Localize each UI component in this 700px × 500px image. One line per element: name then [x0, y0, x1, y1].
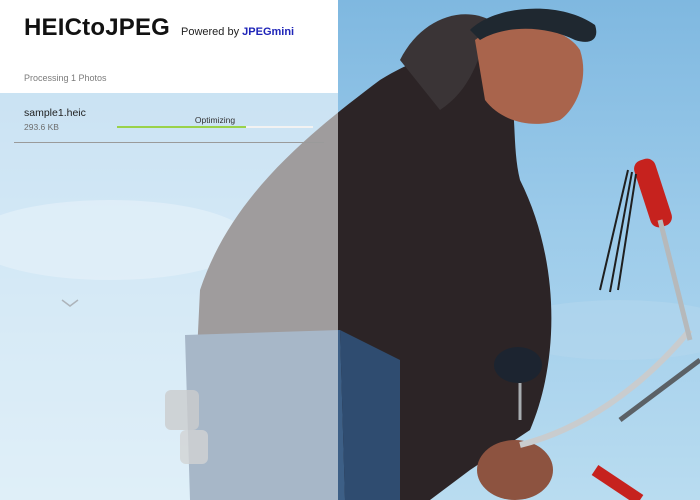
app-header: HEICtoJPEG Powered by JPEGmini Processin… — [0, 0, 338, 93]
app-title: HEICtoJPEG — [24, 14, 171, 41]
powered-by-label: Powered by — [181, 26, 240, 38]
processing-status: Processing 1 Photos — [24, 73, 107, 83]
powered-by: Powered by JPEGmini — [181, 26, 294, 38]
file-status: Optimizing — [194, 115, 236, 125]
file-row: sample1.heic 293.6 KB Optimizing — [14, 99, 324, 143]
file-name: sample1.heic — [24, 107, 86, 119]
progress-bar-fill — [117, 126, 247, 128]
file-size: 293.6 KB — [24, 122, 59, 132]
progress-bar — [117, 126, 313, 128]
jpegmini-link[interactable]: JPEGmini — [242, 26, 294, 38]
